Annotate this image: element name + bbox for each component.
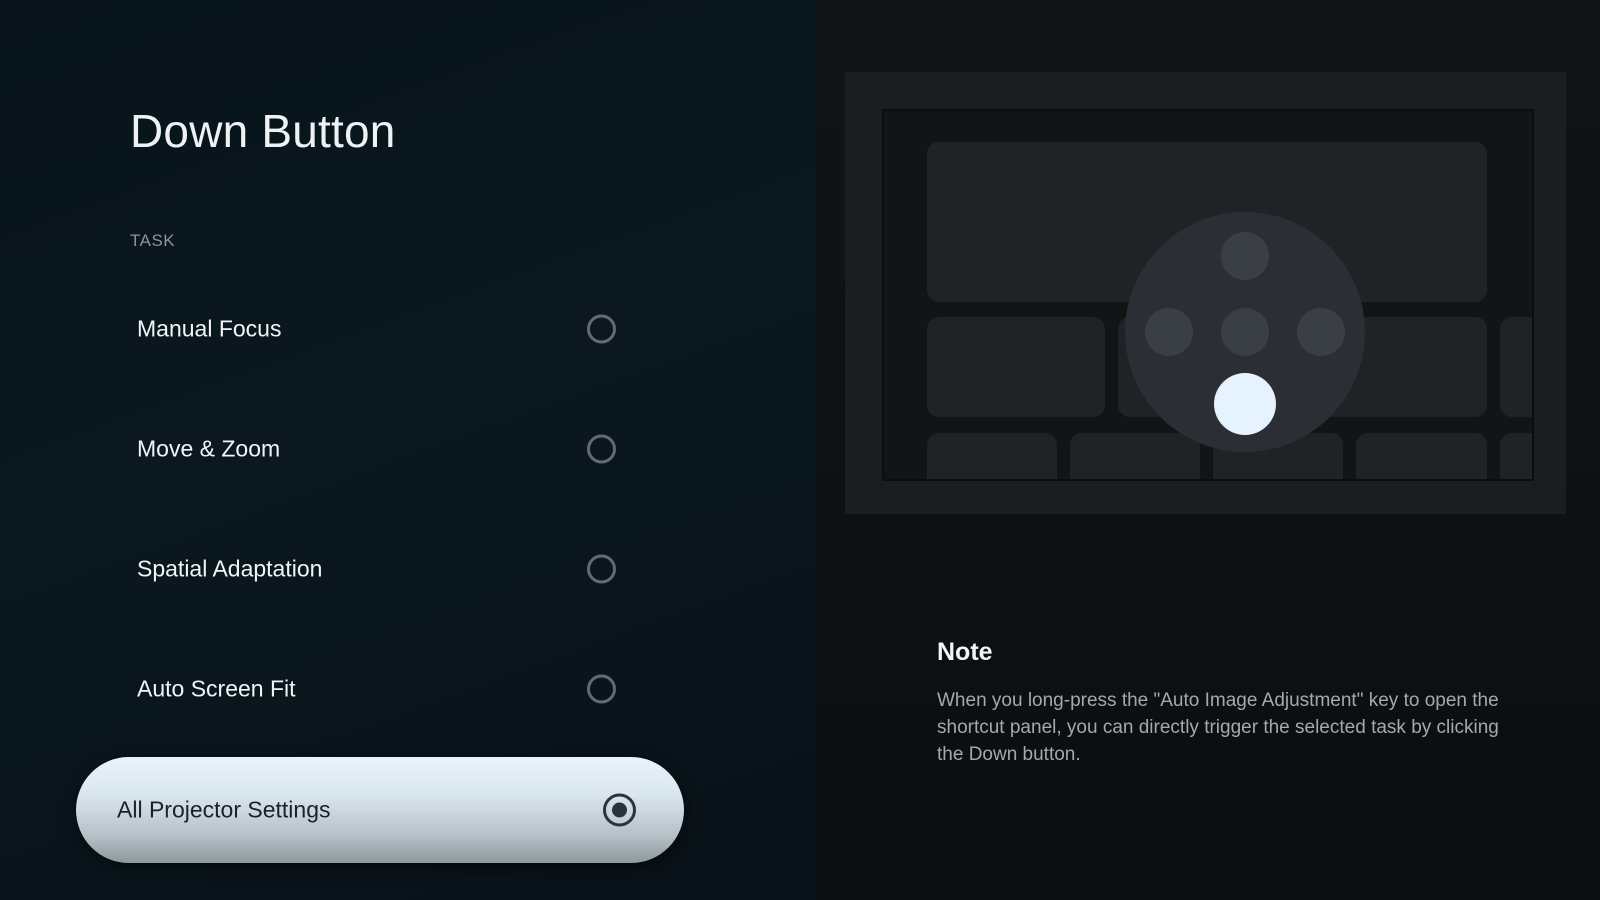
option-manual-focus[interactable]: Manual Focus: [76, 289, 684, 369]
option-move-zoom[interactable]: Move & Zoom: [76, 409, 684, 489]
radio-checked-icon[interactable]: [603, 793, 636, 827]
placeholder-tile: [1500, 317, 1532, 417]
dpad-right-icon: [1297, 308, 1345, 356]
placeholder-tile: [927, 317, 1105, 417]
placeholder-tile: [1500, 433, 1532, 479]
radio-unchecked-icon[interactable]: [587, 314, 616, 344]
placeholder-tile: [927, 433, 1057, 479]
radio-unchecked-icon[interactable]: [587, 434, 616, 464]
tv-screen-illustration: [882, 109, 1534, 481]
dpad-down-highlighted-icon: [1214, 373, 1276, 435]
note-title: Note: [937, 638, 993, 666]
dpad-center-icon: [1221, 308, 1269, 356]
option-label: Move & Zoom: [137, 435, 281, 462]
remote-illustration: [845, 72, 1566, 514]
task-section-label: TASK: [130, 231, 176, 250]
radio-unchecked-icon[interactable]: [587, 554, 616, 584]
note-body: When you long-press the "Auto Image Adju…: [937, 690, 1499, 765]
task-list-panel: Down Button TASK Manual Focus Move & Zoo…: [0, 0, 816, 900]
down-button-settings-screen: Down Button TASK Manual Focus Move & Zoo…: [0, 0, 1600, 900]
placeholder-tile: [1356, 433, 1487, 479]
info-panel: Note When you long-press the "Auto Image…: [816, 0, 1600, 900]
option-label: Manual Focus: [137, 315, 282, 342]
dpad-left-icon: [1145, 308, 1193, 356]
option-label: All Projector Settings: [117, 796, 331, 823]
option-all-projector-settings[interactable]: All Projector Settings: [76, 757, 684, 863]
option-spatial-adaptation[interactable]: Spatial Adaptation: [76, 529, 684, 609]
option-label: Auto Screen Fit: [137, 675, 296, 702]
placeholder-tile: [1070, 433, 1200, 479]
page-title: Down Button: [130, 105, 396, 157]
option-auto-screen-fit[interactable]: Auto Screen Fit: [76, 649, 684, 729]
remote-dpad-icon: [1125, 212, 1365, 452]
radio-unchecked-icon[interactable]: [587, 674, 616, 704]
option-label: Spatial Adaptation: [137, 555, 323, 582]
dpad-up-icon: [1221, 232, 1269, 280]
